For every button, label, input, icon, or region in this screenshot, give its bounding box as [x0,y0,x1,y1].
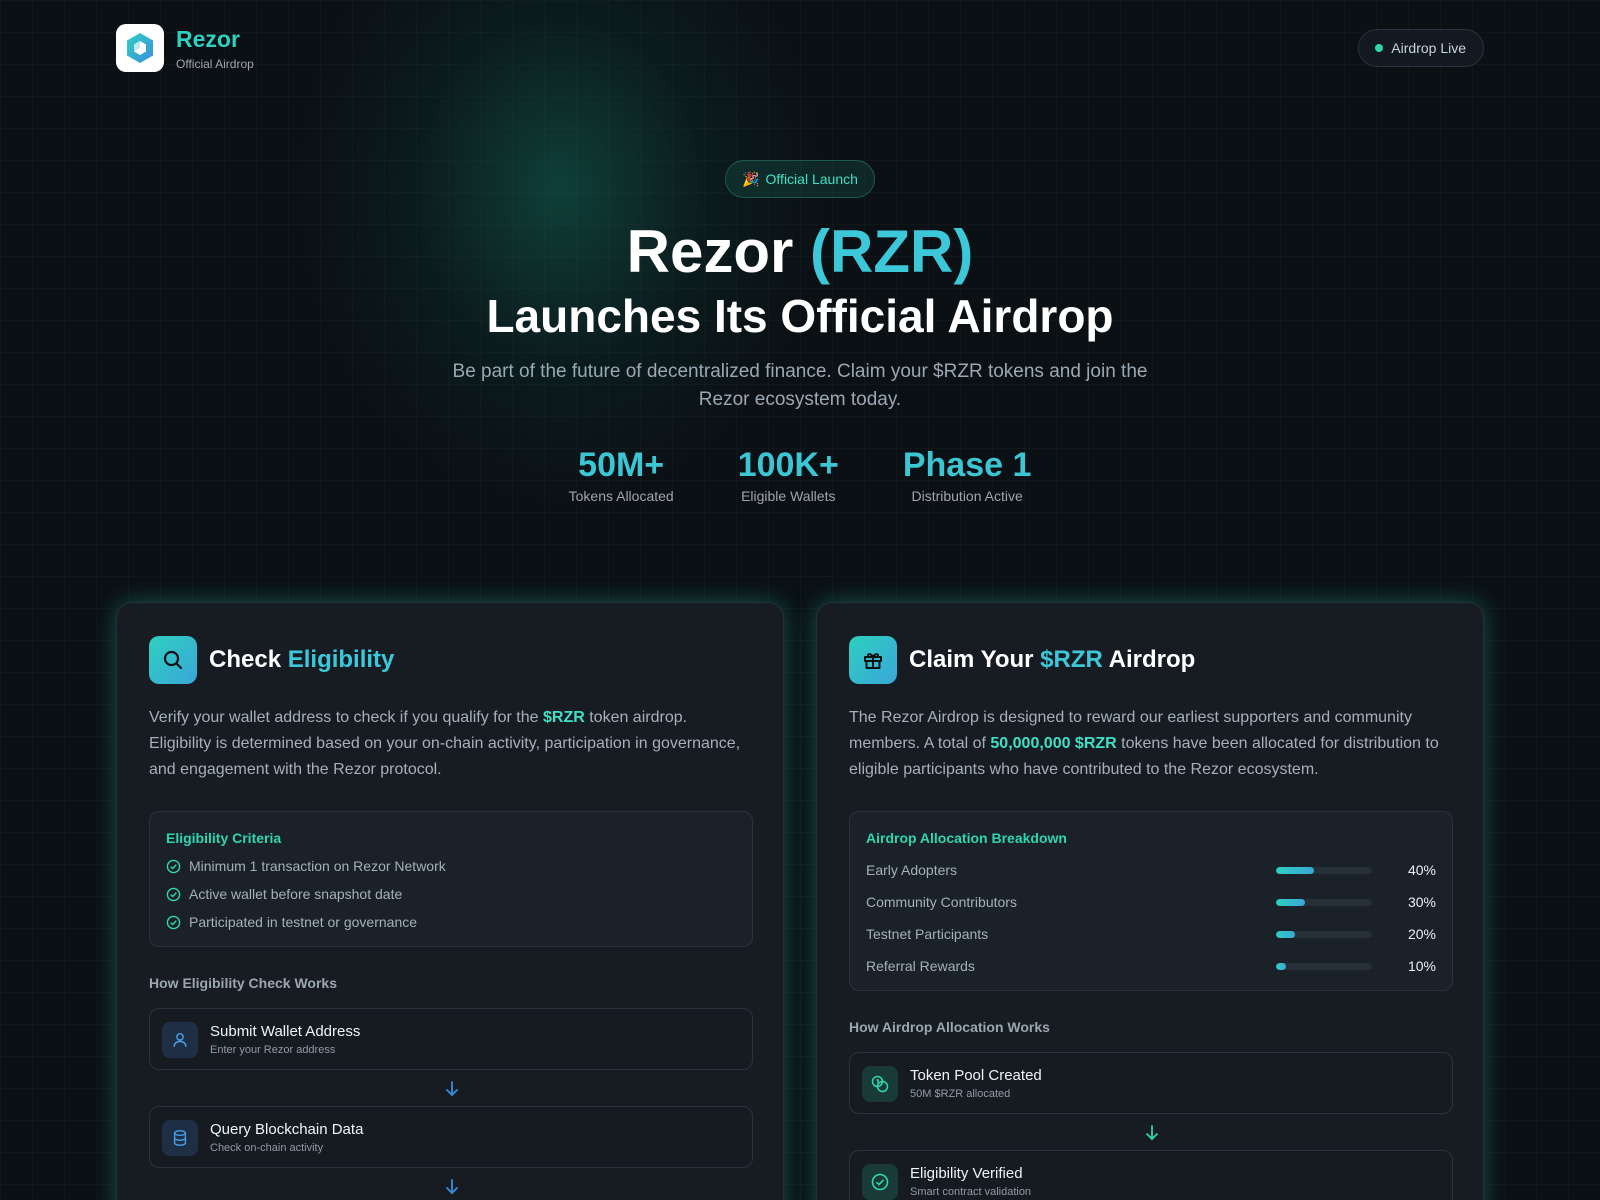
step-submit-wallet[interactable]: Submit Wallet Address Enter your Rezor a… [149,1008,753,1070]
desc-text: Verify your wallet address to check if y… [149,709,539,726]
claim-description: The Rezor Airdrop is designed to reward … [849,705,1453,783]
user-icon [162,1022,198,1058]
step-title: Submit Wallet Address [210,1023,361,1040]
criteria-item: Active wallet before snapshot date [166,886,402,902]
rezor-logo-icon [127,33,153,63]
allocation-bar-fill [1276,963,1286,970]
brand-subtitle: Official Airdrop [176,57,254,71]
stat-label: Tokens Allocated [568,488,674,504]
eligibility-title-accent: Eligibility [287,646,395,673]
stat-tokens: 50M+ Tokens Allocated [569,444,674,504]
live-dot-icon [1375,44,1384,52]
hero-title-main: Rezor [626,218,794,285]
criteria-text: Minimum 1 transaction on Rezor Network [189,858,446,874]
header: Rezor Official Airdrop Airdrop Live [116,24,1484,72]
brand-name: Rezor [176,26,240,52]
allocation-bar-fill [1276,867,1315,874]
stat-phase: Phase 1 Distribution Active [903,444,1032,504]
criteria-text: Participated in testnet or governance [189,914,418,930]
check-circle-icon [166,887,181,901]
arrow-down-icon [444,1178,460,1196]
stats-row: 50M+ Tokens Allocated 100K+ Eligible Wal… [0,444,1600,504]
check-circle-icon [166,859,181,873]
step-subtitle: Check on-chain activity [210,1142,324,1154]
stat-value: Phase 1 [902,446,1032,484]
allocation-bar [1276,963,1372,970]
allocation-row: Community Contributors 30% [866,892,1436,912]
eligibility-title-main: Check [209,646,282,673]
database-icon [162,1120,198,1156]
criteria-item: Participated in testnet or governance [166,914,417,930]
desc-highlight: 50,000,000 $RZR [990,735,1117,752]
allocation-bar [1276,931,1372,938]
criteria-text: Active wallet before snapshot date [189,886,403,902]
arrow-down-icon [444,1080,460,1098]
airdrop-live-badge[interactable]: Airdrop Live [1358,29,1484,67]
allocation-title: Airdrop Allocation Breakdown [866,830,1067,846]
launch-label: Official Launch [765,171,858,187]
hero-title-ticker: (RZR) [810,218,974,285]
gift-icon [849,636,897,684]
allocation-label: Testnet Participants [866,926,989,942]
arrow-down-icon [1144,1124,1160,1142]
allocation-row: Referral Rewards 10% [866,956,1436,976]
stat-label: Eligible Wallets [741,488,836,504]
hero-title: Rezor (RZR) [0,218,1600,286]
check-circle-icon [166,915,181,929]
claim-card: Claim Your $RZR Airdrop The Rezor Airdro… [816,602,1484,1200]
claim-title: Claim Your $RZR Airdrop [909,646,1195,674]
allocation-label: Early Adopters [866,862,958,878]
live-label: Airdrop Live [1391,40,1466,56]
search-icon [149,636,197,684]
allocation-bar-fill [1276,931,1296,938]
step-title: Query Blockchain Data [210,1121,364,1138]
allocation-percent: 20% [1407,926,1436,942]
allocation-bar [1276,867,1372,874]
criteria-box: Eligibility Criteria Minimum 1 transacti… [149,811,753,947]
allocation-label: Referral Rewards [866,958,975,974]
step-subtitle: 50M $RZR allocated [910,1088,1011,1100]
step-title: Eligibility Verified [910,1165,1023,1182]
step-token-pool[interactable]: Token Pool Created 50M $RZR allocated [849,1052,1453,1114]
stat-value: 50M+ [578,446,665,484]
criteria-item: Minimum 1 transaction on Rezor Network [166,858,446,874]
hero-subtitle: Launches Its Official Airdrop [486,290,1114,342]
stat-value: 100K+ [737,446,839,484]
claim-title-main: Claim Your [909,646,1034,673]
eligibility-title: Check Eligibility [209,646,394,674]
hero-description: Be part of the future of decentralized f… [452,361,1148,410]
party-icon: 🎉 [742,170,760,187]
allocation-row: Testnet Participants 20% [866,924,1436,944]
how-eligibility-label: How Eligibility Check Works [149,975,338,991]
coins-icon [862,1066,898,1102]
claim-title-end: Airdrop [1108,646,1196,673]
step-query-blockchain[interactable]: Query Blockchain Data Check on-chain act… [149,1106,753,1168]
criteria-title: Eligibility Criteria [166,830,282,846]
allocation-percent: 40% [1407,862,1436,878]
step-title: Token Pool Created [910,1067,1042,1084]
official-launch-badge: 🎉 Official Launch [725,160,875,198]
allocation-box: Airdrop Allocation Breakdown Early Adopt… [849,811,1453,991]
stat-label: Distribution Active [911,488,1023,504]
eligibility-description: Verify your wallet address to check if y… [149,705,753,783]
allocation-bar [1276,899,1372,906]
claim-title-accent: $RZR [1040,646,1103,673]
how-allocation-label: How Airdrop Allocation Works [849,1019,1050,1035]
allocation-percent: 30% [1407,894,1436,910]
step-eligibility-verified[interactable]: Eligibility Verified Smart contract vali… [849,1150,1453,1200]
step-subtitle: Smart contract validation [910,1186,1032,1198]
allocation-row: Early Adopters 40% [866,860,1436,880]
allocation-bar-fill [1276,899,1305,906]
check-circle-icon [862,1164,898,1200]
allocation-label: Community Contributors [866,894,1017,910]
step-subtitle: Enter your Rezor address [210,1044,336,1056]
desc-highlight: $RZR [542,709,585,726]
stat-wallets: 100K+ Eligible Wallets [738,444,839,504]
eligibility-card: Check Eligibility Verify your wallet add… [116,602,784,1200]
allocation-percent: 10% [1407,958,1436,974]
logo[interactable] [116,24,164,72]
